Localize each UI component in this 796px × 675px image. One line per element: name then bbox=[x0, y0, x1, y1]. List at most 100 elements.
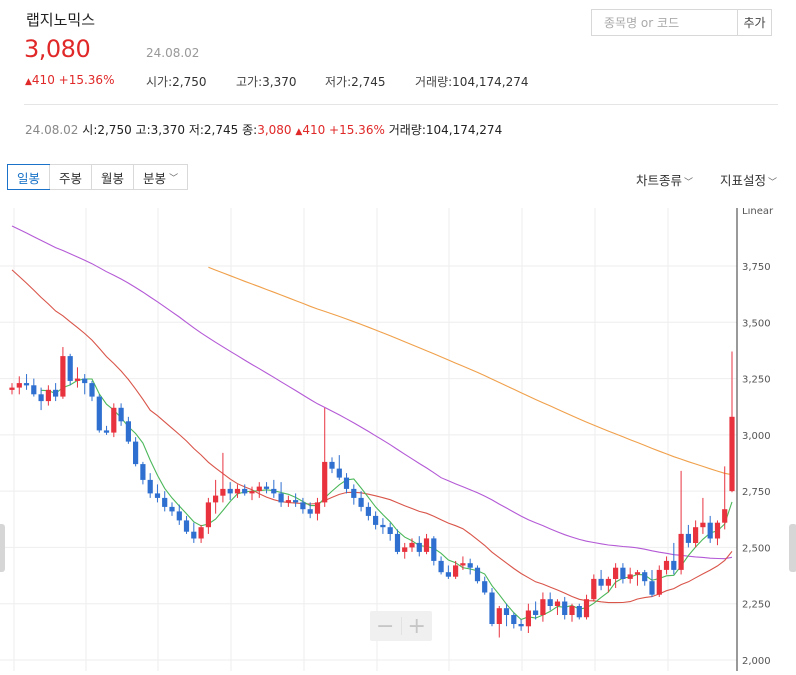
period-tabs: 일봉 주봉 월봉 분봉 ﹀ bbox=[7, 164, 189, 190]
candle-body bbox=[220, 488, 226, 496]
candle-body bbox=[722, 509, 728, 523]
right-scroll-handle[interactable] bbox=[789, 524, 796, 572]
ma120-line bbox=[208, 266, 733, 476]
y-tick-label: 3,500 bbox=[742, 318, 771, 329]
candle-body bbox=[263, 486, 270, 489]
candle-body bbox=[53, 389, 59, 397]
candle-body bbox=[9, 387, 15, 390]
candle-body bbox=[256, 486, 262, 492]
change-percent: +15.36% bbox=[58, 73, 115, 87]
chart-toolbar: 일봉 주봉 월봉 분봉 ﹀ 차트종류 ﹀ 지표설정 ﹀ bbox=[0, 162, 796, 195]
candle-body bbox=[620, 567, 626, 579]
candle-body bbox=[533, 610, 539, 615]
candle-body bbox=[482, 581, 488, 593]
candle-body bbox=[103, 430, 110, 433]
candle-body bbox=[467, 563, 473, 568]
left-scroll-handle[interactable] bbox=[0, 524, 5, 572]
candle-body bbox=[74, 378, 81, 381]
tab-weekly[interactable]: 주봉 bbox=[49, 165, 91, 189]
candle-body bbox=[285, 500, 291, 503]
candle-body bbox=[423, 538, 430, 552]
volume-value: 104,174,274 bbox=[452, 75, 529, 89]
candle-body bbox=[511, 615, 517, 624]
candle-body bbox=[358, 497, 364, 507]
candle-body bbox=[671, 560, 677, 570]
divider bbox=[24, 104, 778, 105]
candle-body bbox=[431, 538, 437, 561]
chevron-down-icon: ﹀ bbox=[169, 173, 179, 184]
ohlc-open: 2,750 bbox=[97, 123, 132, 137]
candle-body bbox=[365, 506, 371, 516]
candle-body bbox=[271, 488, 277, 494]
indicator-label: 지표설정 bbox=[720, 173, 767, 188]
ohlc-high: 3,370 bbox=[150, 123, 185, 137]
y-tick-label: 2,500 bbox=[742, 543, 771, 554]
candle-body bbox=[547, 599, 553, 606]
candle-body bbox=[191, 531, 197, 539]
candle-body bbox=[387, 527, 393, 534]
y-tick-label: 3,000 bbox=[742, 431, 771, 442]
indicator-settings-dropdown[interactable]: 지표설정 ﹀ bbox=[720, 170, 777, 189]
current-price: 3,080 bbox=[24, 35, 91, 63]
ohlc-change-pct: +15.36% bbox=[329, 123, 385, 137]
stock-search-input[interactable] bbox=[592, 10, 737, 35]
candle-body bbox=[23, 383, 30, 386]
high-summary: 고가:3,370 bbox=[236, 75, 297, 89]
candle-body bbox=[474, 567, 481, 582]
ohlc-low: 2,745 bbox=[203, 123, 239, 137]
candle-body bbox=[714, 522, 721, 539]
candle-body bbox=[496, 608, 502, 624]
candle-body bbox=[111, 407, 117, 433]
candle-body bbox=[569, 606, 575, 615]
candle-body bbox=[176, 511, 182, 521]
candle-body bbox=[409, 542, 415, 548]
open-summary: 시가:2,750 bbox=[146, 75, 207, 89]
zoom-out-button[interactable]: − bbox=[370, 611, 401, 641]
ohlc-volume-label: 거래량 bbox=[388, 123, 422, 137]
candle-body bbox=[336, 468, 342, 478]
candle-body bbox=[38, 394, 44, 402]
candlestick-chart[interactable]: 3,750 3,500 3,250 3,000 2,750 2,500 2,250 2,000… bbox=[0, 206, 796, 671]
zoom-in-button[interactable]: + bbox=[402, 611, 433, 641]
candle-body bbox=[147, 479, 153, 494]
candle-body bbox=[249, 491, 255, 494]
ohlc-change: 410 bbox=[302, 123, 326, 137]
chart-type-dropdown[interactable]: 차트종류 ﹀ bbox=[636, 170, 693, 189]
candle-body bbox=[118, 407, 124, 422]
chevron-down-icon: ﹀ bbox=[768, 178, 778, 188]
candle-body bbox=[634, 572, 641, 575]
open-label: 시가 bbox=[146, 75, 169, 89]
candle-body bbox=[554, 601, 561, 606]
candle-body bbox=[227, 488, 233, 494]
tab-daily[interactable]: 일봉 bbox=[7, 164, 51, 190]
low-value: 2,745 bbox=[351, 75, 386, 89]
tab-minute[interactable]: 분봉 ﹀ bbox=[133, 165, 187, 189]
candle-body bbox=[700, 522, 706, 528]
candle-body bbox=[45, 389, 51, 402]
stock-search-box: 추가 bbox=[591, 9, 772, 36]
candle-body bbox=[678, 533, 684, 570]
ma20-line bbox=[11, 269, 733, 604]
candle-body bbox=[402, 547, 408, 552]
candle-body bbox=[373, 515, 379, 525]
candle-body bbox=[591, 578, 597, 600]
candle-body bbox=[380, 524, 386, 528]
change-value: 410 bbox=[31, 73, 55, 87]
add-button[interactable]: 추가 bbox=[737, 10, 771, 35]
tab-daily-label: 일봉 bbox=[17, 170, 41, 186]
open-value: 2,750 bbox=[172, 75, 207, 89]
high-value: 3,370 bbox=[262, 75, 297, 89]
candle-body bbox=[525, 610, 531, 627]
ohlc-close: 3,080 bbox=[257, 123, 292, 137]
candle-body bbox=[154, 493, 161, 498]
candle-body bbox=[293, 500, 299, 503]
candle-body bbox=[125, 421, 131, 442]
candle-body bbox=[133, 441, 139, 465]
price-chart[interactable]: 3,750 3,500 3,250 3,000 2,750 2,500 2,250 2,000… bbox=[0, 206, 796, 671]
candle-body bbox=[82, 378, 88, 384]
candle-body bbox=[307, 509, 313, 514]
candle-body bbox=[707, 522, 713, 539]
tab-monthly[interactable]: 월봉 bbox=[91, 165, 133, 189]
candle-body bbox=[605, 578, 611, 586]
candle-body bbox=[234, 488, 241, 494]
